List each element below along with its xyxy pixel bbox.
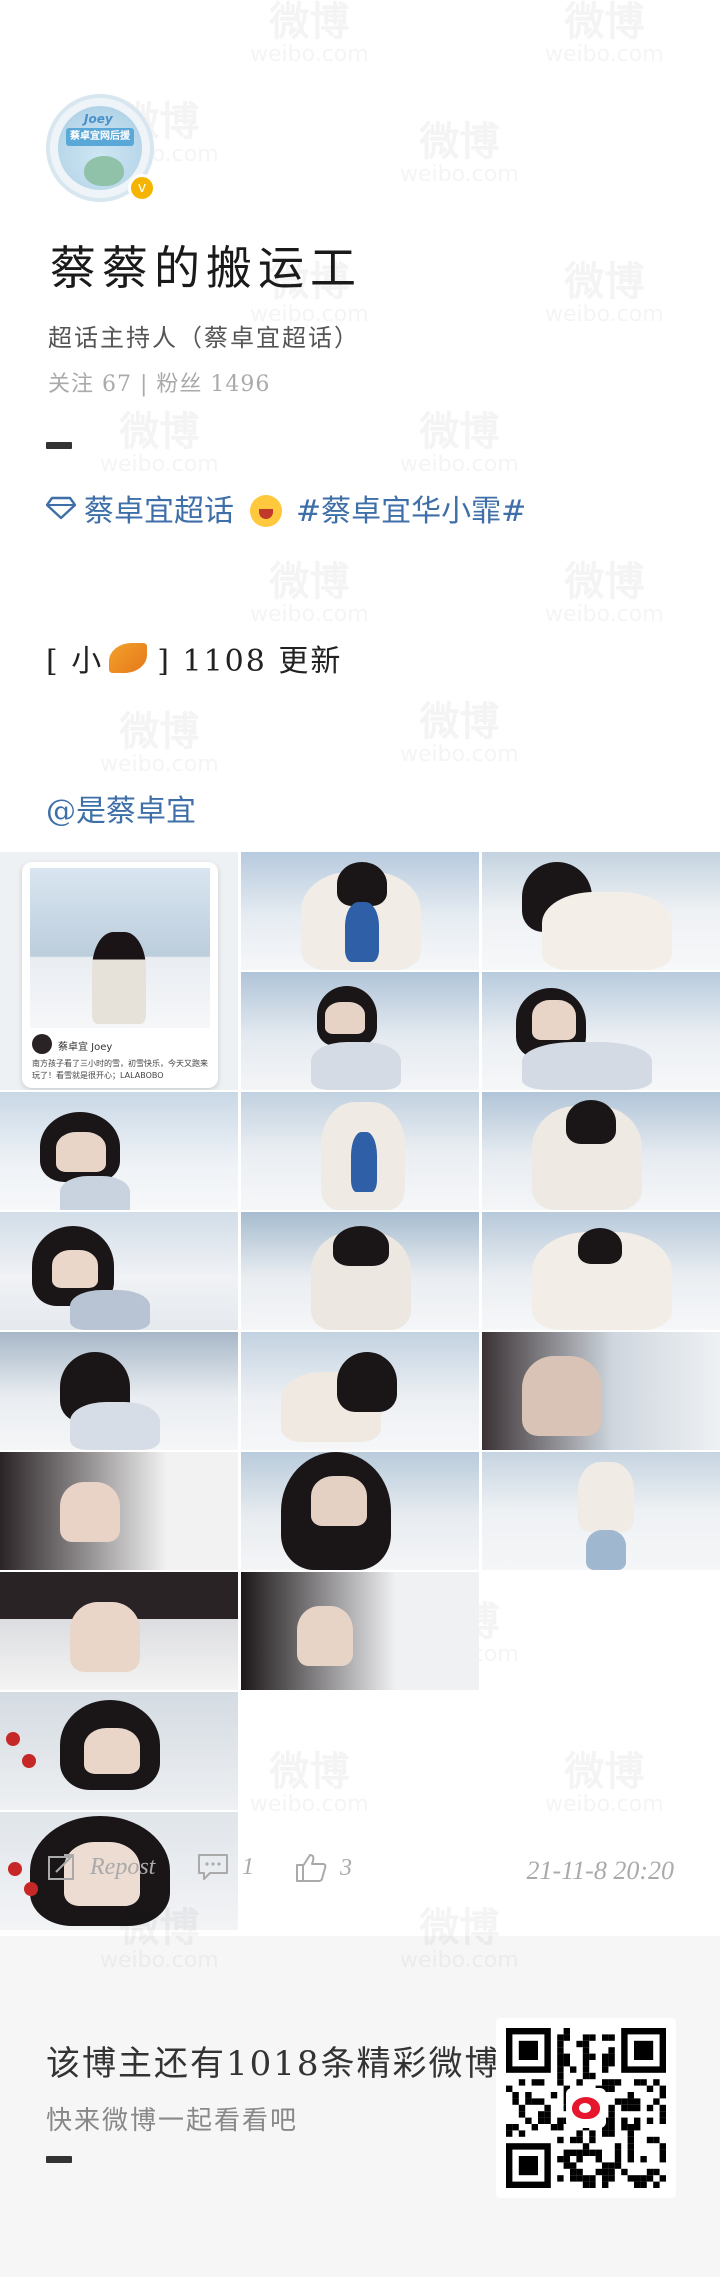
sticker-icon xyxy=(109,643,148,673)
photo-thumbnail[interactable] xyxy=(0,1092,238,1210)
photo-thumbnail[interactable] xyxy=(241,972,479,1090)
watermark: 微博weibo.com xyxy=(545,260,664,326)
avatar-mascot xyxy=(84,156,124,186)
thumbs-up-icon xyxy=(296,1854,327,1882)
qr-code[interactable] xyxy=(496,2018,676,2198)
watermark: 微博weibo.com xyxy=(250,1750,369,1816)
photo-thumbnail[interactable] xyxy=(0,1452,238,1570)
avatar-tag: Joey xyxy=(84,112,113,126)
photo-thumbnail[interactable] xyxy=(482,1212,720,1330)
photo-thumbnail[interactable] xyxy=(482,1332,720,1450)
watermark: 微博weibo.com xyxy=(400,410,519,476)
repost-button[interactable]: Repost xyxy=(46,1852,155,1882)
hashtag-link[interactable]: #蔡卓宜华小霏# xyxy=(296,486,526,530)
verified-badge-icon: v xyxy=(128,174,156,202)
photo-thumbnail[interactable] xyxy=(241,1212,479,1330)
embedded-photo xyxy=(30,868,210,1028)
photo-thumbnail[interactable]: 蔡卓宜 Joey 南方孩子看了三小时的雪，初雪快乐，今天又跑来玩了！看雪就是很开… xyxy=(0,852,238,1090)
photo-thumbnail[interactable] xyxy=(241,852,479,970)
embedded-avatar xyxy=(32,1034,52,1054)
watermark: 微博weibo.com xyxy=(400,120,519,186)
weibo-logo-icon xyxy=(566,2088,606,2128)
diamond-icon xyxy=(46,496,76,520)
laughing-emoji-icon xyxy=(250,495,282,527)
photo-thumbnail[interactable] xyxy=(482,1092,720,1210)
photo-thumbnail[interactable] xyxy=(482,1452,720,1570)
footer-promo: 微博weibo.com 微博weibo.com 该博主还有1018条精彩微博 快… xyxy=(0,1906,720,2277)
profile-stats: 关注 67 | 粉丝 1496 xyxy=(48,372,271,397)
watermark: 微博weibo.com xyxy=(100,410,219,476)
embedded-post-card: 蔡卓宜 Joey 南方孩子看了三小时的雪，初雪快乐，今天又跑来玩了！看雪就是很开… xyxy=(22,862,218,1088)
watermark: 微博weibo.com xyxy=(545,1750,664,1816)
repost-label: Repost xyxy=(90,1853,156,1880)
repost-icon xyxy=(48,1854,74,1880)
photo-thumbnail[interactable] xyxy=(0,1212,238,1330)
mention-link[interactable]: @是蔡卓宜 xyxy=(46,786,196,830)
comment-icon xyxy=(198,1854,228,1880)
post-timestamp: 21-11-8 20:20 xyxy=(526,1856,674,1885)
comment-button[interactable]: 1 xyxy=(196,1852,254,1882)
watermark: 微博weibo.com xyxy=(250,0,369,66)
watermark: 微博weibo.com xyxy=(400,700,519,766)
photo-thumbnail[interactable] xyxy=(0,1572,238,1690)
like-count: 3 xyxy=(340,1854,352,1881)
update-suffix: ] 1108 更新 xyxy=(157,644,343,679)
watermark: 微博weibo.com xyxy=(400,1906,519,1972)
post-update-line: [ 小 ] 1108 更新 xyxy=(46,636,342,680)
profile-nickname[interactable]: 蔡蔡的搬运工 xyxy=(50,232,362,298)
profile-role: 超话主持人（蔡卓宜超话） xyxy=(48,324,360,352)
photo-thumbnail[interactable] xyxy=(0,1332,238,1450)
divider xyxy=(46,2156,72,2163)
embedded-name: 蔡卓宜 Joey xyxy=(58,1042,113,1053)
photo-thumbnail[interactable] xyxy=(0,1692,238,1810)
watermark: 微博weibo.com xyxy=(100,710,219,776)
embedded-figure xyxy=(92,932,146,1024)
update-prefix: [ 小 xyxy=(46,644,104,679)
more-posts-text: 该博主还有1018条精彩微博 xyxy=(46,2044,501,2084)
watermark: 微博weibo.com xyxy=(545,560,664,626)
post-action-bar: Repost 1 3 21-11-8 20:20 xyxy=(0,1852,720,1892)
divider xyxy=(46,442,72,449)
comment-count: 1 xyxy=(242,1853,254,1880)
photo-thumbnail[interactable] xyxy=(482,852,720,970)
post-topic-line: 蔡卓宜超话 #蔡卓宜华小霏# xyxy=(46,486,526,530)
photo-thumbnail[interactable] xyxy=(241,1332,479,1450)
photo-thumbnail[interactable] xyxy=(482,972,720,1090)
like-button[interactable]: 3 xyxy=(294,1852,352,1884)
embedded-text: 南方孩子看了三小时的雪，初雪快乐，今天又跑来玩了！看雪就是很开心；LALABOB… xyxy=(32,1059,208,1080)
avatar-banner: 蔡卓宜网后援 xyxy=(66,128,134,146)
watermark: 微博weibo.com xyxy=(545,0,664,66)
photo-thumbnail[interactable] xyxy=(241,1572,479,1690)
photo-thumbnail[interactable] xyxy=(241,1452,479,1570)
more-posts-subtext: 快来微博一起看看吧 xyxy=(46,2106,299,2136)
watermark: 微博weibo.com xyxy=(250,560,369,626)
supertopic-link[interactable]: 蔡卓宜超话 xyxy=(84,486,234,530)
photo-thumbnail[interactable] xyxy=(241,1092,479,1210)
